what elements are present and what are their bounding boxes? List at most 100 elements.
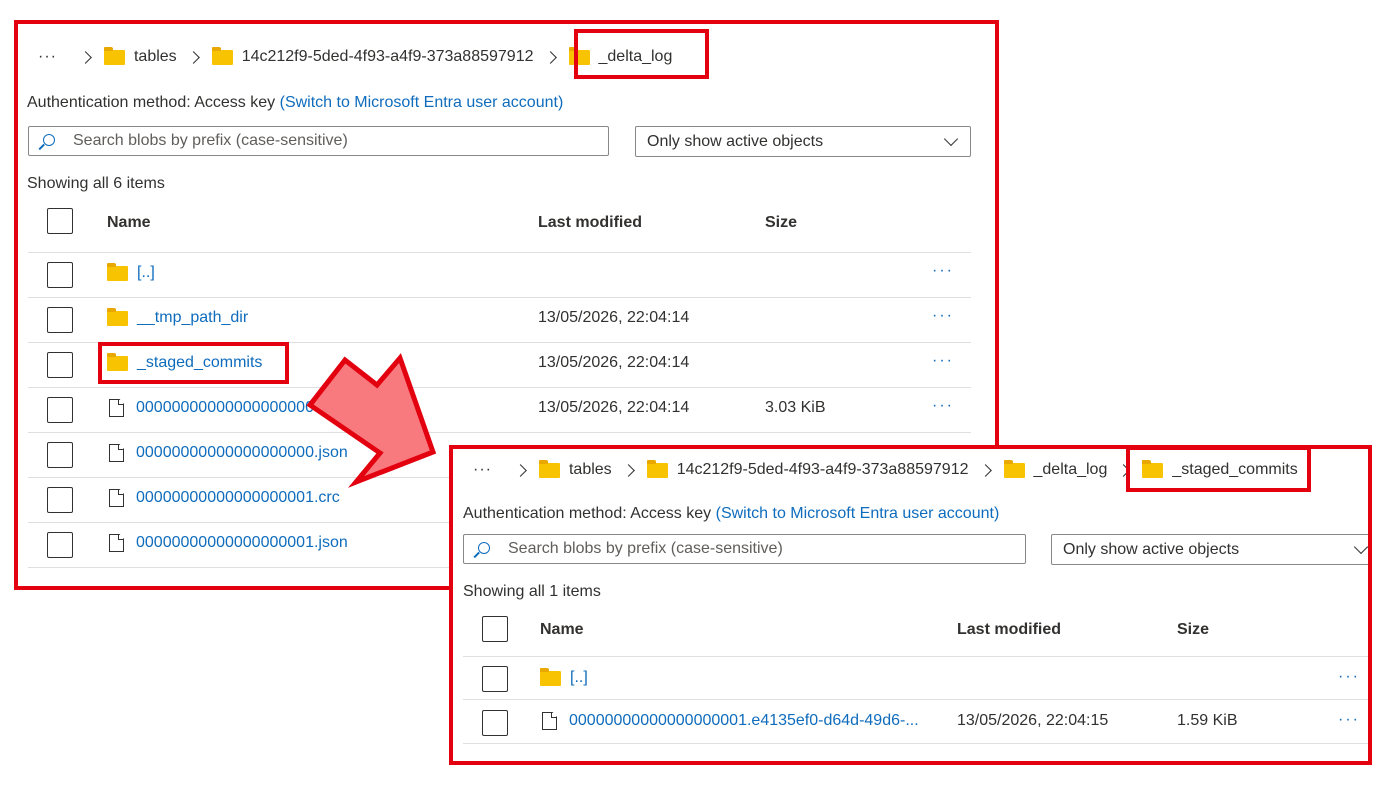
breadcrumb-item-table-id[interactable]: 14c212f9-5ded-4f93-a4f9-373a88597912 <box>242 48 534 66</box>
parent-folder-link[interactable]: [..] <box>570 669 588 687</box>
switch-auth-link[interactable]: (Switch to Microsoft Entra user account) <box>280 94 564 111</box>
blob-link[interactable]: 00000000000000000001.crc <box>136 489 340 507</box>
row-divider <box>28 297 971 298</box>
active-objects-dropdown[interactable]: Only show active objects <box>1051 534 1368 565</box>
select-all-checkbox[interactable] <box>482 616 508 642</box>
column-header-last-modified[interactable]: Last modified <box>957 621 1061 639</box>
more-icon[interactable]: ··· <box>932 307 954 325</box>
table-row-name[interactable]: 00000000000000000001.e4135ef0-d64d-49d6-… <box>542 712 919 730</box>
chevron-down-icon <box>1353 539 1368 555</box>
auth-method-label: Authentication method: <box>463 505 627 522</box>
table-row-name[interactable]: [..] <box>107 262 155 282</box>
folder-icon <box>107 262 128 281</box>
row-last-modified: 13/05/2026, 22:04:14 <box>538 309 690 326</box>
tmp-path-dir-link[interactable]: __tmp_path_dir <box>137 309 248 327</box>
blob-link[interactable]: 00000000000000000001.e4135ef0-d64d-49d6-… <box>569 712 919 730</box>
more-icon[interactable]: ··· <box>1338 711 1360 729</box>
folder-icon <box>538 459 560 478</box>
row-last-modified: 13/05/2026, 22:04:14 <box>538 354 690 371</box>
row-last-modified: 13/05/2026, 22:04:15 <box>957 712 1109 729</box>
row-checkbox[interactable] <box>47 352 73 378</box>
auth-method-value: Access key <box>194 94 276 111</box>
more-icon[interactable]: ··· <box>932 352 954 370</box>
dropdown-value: Only show active objects <box>1063 540 1240 558</box>
search-input[interactable]: Search blobs by prefix (case-sensitive) <box>463 534 1026 564</box>
folder-icon <box>646 459 668 478</box>
table-row-name[interactable]: 00000000000000000000.crc <box>109 399 340 417</box>
row-checkbox[interactable] <box>47 397 73 423</box>
search-input[interactable]: Search blobs by prefix (case-sensitive) <box>28 126 609 156</box>
select-all-checkbox[interactable] <box>47 208 73 234</box>
breadcrumb-more-button[interactable]: ··· <box>473 461 492 479</box>
folder-icon <box>211 46 233 65</box>
file-icon <box>109 489 124 507</box>
chevron-right-icon <box>543 50 557 64</box>
breadcrumb-item-tables[interactable]: tables <box>134 48 177 66</box>
breadcrumb-item-tables[interactable]: tables <box>569 461 612 479</box>
chevron-right-icon <box>621 463 635 477</box>
chevron-right-icon <box>978 463 992 477</box>
header-divider <box>28 252 971 253</box>
chevron-right-icon <box>514 463 527 477</box>
column-header-size[interactable]: Size <box>765 214 797 232</box>
row-divider <box>463 743 1368 744</box>
highlight-staged-commits <box>98 342 289 384</box>
row-checkbox[interactable] <box>47 532 73 558</box>
item-count: Showing all 6 items <box>27 175 165 192</box>
table-row-name[interactable]: 00000000000000000000.json <box>109 444 348 462</box>
file-icon <box>109 399 124 417</box>
breadcrumb-more-button[interactable]: ··· <box>38 48 57 66</box>
highlight-staged-commits-breadcrumb <box>1126 446 1311 492</box>
blob-link[interactable]: 00000000000000000000.crc <box>136 399 340 417</box>
row-size: 3.03 KiB <box>765 399 826 416</box>
row-checkbox[interactable] <box>482 666 508 692</box>
item-count: Showing all 1 items <box>463 583 601 600</box>
search-placeholder: Search blobs by prefix (case-sensitive) <box>508 540 783 557</box>
row-checkbox[interactable] <box>47 487 73 513</box>
breadcrumb-item-table-id[interactable]: 14c212f9-5ded-4f93-a4f9-373a88597912 <box>677 461 969 479</box>
parent-folder-link[interactable]: [..] <box>137 264 155 282</box>
blob-link[interactable]: 00000000000000000001.json <box>136 534 348 552</box>
auth-method: Authentication method: Access key (Switc… <box>27 94 563 112</box>
storage-browser-panel-staged-commits: ··· tables 14c212f9-5ded-4f93-a4f9-373a8… <box>449 445 1372 765</box>
column-header-last-modified[interactable]: Last modified <box>538 214 642 232</box>
column-header-name[interactable]: Name <box>540 621 584 639</box>
auth-method: Authentication method: Access key (Switc… <box>463 505 999 523</box>
active-objects-dropdown[interactable]: Only show active objects <box>635 126 971 157</box>
folder-icon <box>103 46 125 65</box>
table-row-name[interactable]: [..] <box>540 667 588 687</box>
chevron-right-icon <box>79 50 92 64</box>
column-header-name[interactable]: Name <box>107 214 151 232</box>
row-divider <box>28 387 971 388</box>
search-placeholder: Search blobs by prefix (case-sensitive) <box>73 132 348 149</box>
highlight-delta-log <box>574 29 709 79</box>
folder-icon <box>540 667 561 686</box>
file-icon <box>109 444 124 462</box>
blob-link[interactable]: 00000000000000000000.json <box>136 444 348 462</box>
row-divider <box>463 699 1368 700</box>
row-divider <box>28 432 971 433</box>
folder-icon <box>1003 459 1025 478</box>
table-row-name[interactable]: 00000000000000000001.json <box>109 534 348 552</box>
row-checkbox[interactable] <box>47 442 73 468</box>
row-checkbox[interactable] <box>482 710 508 736</box>
row-checkbox[interactable] <box>47 262 73 288</box>
header-divider <box>463 656 1368 657</box>
more-icon[interactable]: ··· <box>1338 668 1360 686</box>
more-icon[interactable]: ··· <box>932 397 954 415</box>
table-row-name[interactable]: __tmp_path_dir <box>107 307 248 327</box>
row-checkbox[interactable] <box>47 307 73 333</box>
more-icon[interactable]: ··· <box>932 262 954 280</box>
table-row-name[interactable]: 00000000000000000001.crc <box>109 489 340 507</box>
column-header-size[interactable]: Size <box>1177 621 1209 639</box>
chevron-down-icon <box>943 131 959 147</box>
search-icon <box>43 134 55 146</box>
search-icon <box>478 542 490 554</box>
file-icon <box>542 712 557 730</box>
dropdown-value: Only show active objects <box>647 132 824 150</box>
auth-method-label: Authentication method: <box>27 94 191 111</box>
breadcrumb-item-delta-log[interactable]: _delta_log <box>1034 461 1108 479</box>
row-size: 1.59 KiB <box>1177 712 1238 729</box>
folder-icon <box>107 307 128 326</box>
switch-auth-link[interactable]: (Switch to Microsoft Entra user account) <box>716 505 1000 522</box>
